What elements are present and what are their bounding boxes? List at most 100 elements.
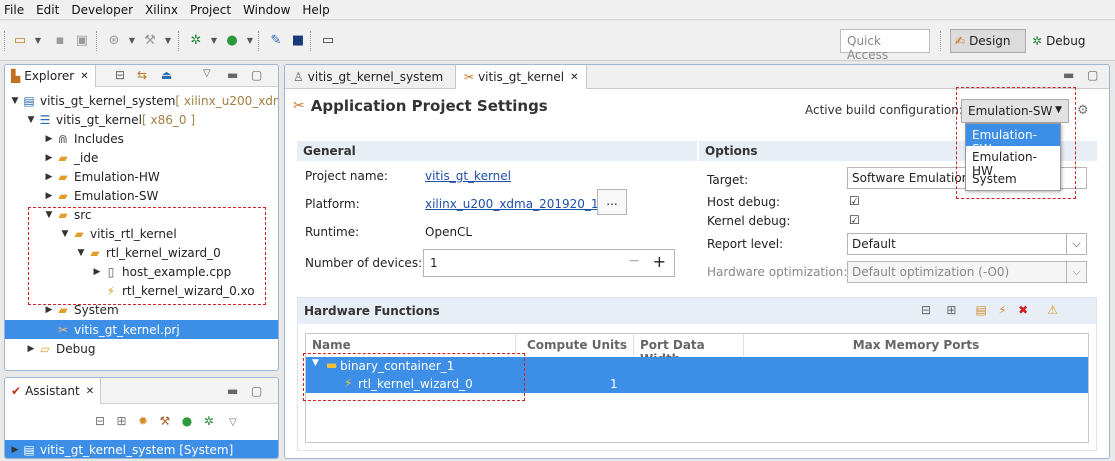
close-icon[interactable]: ✕ [86,386,94,397]
debug-bug-icon[interactable]: ✲ [204,414,214,428]
tab-app-project[interactable]: ✂ vitis_gt_kernel ✕ [455,65,588,89]
chevron-down-icon[interactable]: ▼ [242,34,258,48]
expand-icon[interactable]: ▶ [43,134,55,144]
project-name-link[interactable]: vitis_gt_kernel [425,169,511,183]
expand-icon[interactable]: ▶ [43,191,55,201]
expand-icon[interactable]: ▼ [75,248,87,258]
program-device-icon[interactable]: ✎ [268,34,284,48]
tree-item-emulation-hw[interactable]: ▶ ▰ Emulation-HW [43,167,160,186]
menu-window[interactable]: Window [243,3,290,17]
maximize-icon[interactable]: ▢ [251,384,262,398]
collapse-all-icon[interactable]: ⊟ [95,414,105,428]
expand-icon[interactable]: ▶ [43,172,55,182]
design-perspective-button[interactable]: ✍ Design [950,29,1026,53]
link-editor-icon[interactable]: ⇆ [137,68,147,82]
maximize-icon[interactable]: ▢ [251,68,262,82]
platform-link[interactable]: xilinx_u200_xdma_201920_1 [425,197,599,211]
expand-icon[interactable]: ▶ [9,445,21,455]
tab-system-project[interactable]: ♙ vitis_gt_kernel_system [285,65,451,89]
assistant-item-system[interactable]: ▶ ▤ vitis_gt_kernel_system [System] [5,440,278,458]
column-header-max-memory-ports[interactable]: Max Memory Ports [744,334,1088,356]
tree-item-rtl-kernel-wizard[interactable]: ▼ ▰ rtl_kernel_wizard_0 [75,243,221,262]
menu-project[interactable]: Project [190,3,231,17]
add-function-icon[interactable]: ▤ [975,303,986,317]
add-kernel-icon[interactable]: ⚡ [998,303,1006,317]
expand-icon[interactable]: ▼ [59,229,71,239]
menu-developer[interactable]: Developer [71,3,133,17]
minimize-icon[interactable]: ▬ [1063,68,1074,82]
menu-file[interactable]: File [4,3,24,17]
column-header-compute-units[interactable]: Compute Units [516,334,634,356]
tree-item-xo-file[interactable]: ⚡ rtl_kernel_wizard_0.xo [103,281,255,300]
filter-icon[interactable]: ⏏ [161,68,172,82]
tree-item-vitis-rtl-kernel[interactable]: ▼ ▰ vitis_rtl_kernel [59,224,177,243]
tree-item-src[interactable]: ▼ ▰ src [43,205,92,224]
settings-icon[interactable]: ⊛ [106,34,122,48]
new-icon[interactable]: ▭ [12,34,28,48]
column-header-port-data-width[interactable]: Port Data Width [634,334,744,366]
menu-item-emulation-sw[interactable]: Emulation-SW [966,124,1060,156]
tree-item-system-project[interactable]: ▼ ▤ vitis_gt_kernel_system [ xilinx_u200… [9,91,278,110]
minimize-icon[interactable]: ▬ [227,384,238,398]
settings-gear-icon[interactable]: ⚙ [1077,103,1089,118]
save-icon[interactable]: ▪ [52,34,68,48]
collapse-all-icon[interactable]: ⊟ [921,303,931,317]
menu-help[interactable]: Help [302,3,329,17]
menu-item-emulation-hw[interactable]: Emulation-HW [966,146,1060,178]
table-row[interactable]: ⚡ rtl_kernel_wizard_0 1 [306,375,1088,393]
report-level-select[interactable]: Default ⌵ [847,233,1087,255]
expand-icon[interactable]: ▼ [312,358,319,368]
menu-item-system[interactable]: System [966,168,1060,190]
expand-icon[interactable]: ▶ [43,153,55,163]
expand-all-icon[interactable]: ⊞ [946,303,956,317]
tree-item-includes[interactable]: ▶ ⋒ Includes [43,129,124,148]
build-hammer-icon[interactable]: ⚒ [160,414,171,428]
expand-icon[interactable]: ▶ [91,267,103,277]
devices-stepper[interactable]: 1 − + [423,249,675,277]
table-row[interactable]: ▼ ▬ binary_container_1 [306,357,1088,375]
chevron-down-icon[interactable]: ▼ [30,34,46,48]
kernel-debug-checkbox[interactable]: ☑ [849,214,861,226]
tree-item-ide[interactable]: ▶ ▰ _ide [43,148,99,167]
tree-item-emulation-sw[interactable]: ▶ ▰ Emulation-SW [43,186,159,205]
explorer-tab[interactable]: ▙ Explorer ✕ [5,65,96,87]
tree-item-host-example[interactable]: ▶ ▯ host_example.cpp [91,262,232,281]
run-icon[interactable]: ● [224,34,240,48]
xsct-console-icon[interactable]: ■ [290,34,306,48]
build-hammer-icon[interactable]: ⚒ [142,34,158,48]
quick-access-input[interactable]: Quick Access [840,29,930,62]
save-all-icon[interactable]: ▣ [74,34,90,48]
tree-item-debug[interactable]: ▶ ▱ Debug [25,339,96,358]
chevron-down-icon[interactable]: ▼ [124,34,140,48]
close-icon[interactable]: ✕ [80,71,88,82]
expand-icon[interactable]: ▼ [43,210,55,220]
chevron-down-icon[interactable]: ▼ [206,34,222,48]
collapse-all-icon[interactable]: ⊟ [115,68,125,82]
decrement-button[interactable]: − [628,253,640,269]
chevron-down-icon[interactable]: ▼ [160,34,176,48]
settings-gear-icon[interactable]: ✹ [138,414,148,428]
run-icon[interactable]: ● [182,414,192,428]
tree-item-system[interactable]: ▶ ▰ System [43,300,119,319]
assistant-tab[interactable]: ✔ Assistant ✕ [5,378,102,404]
terminal-icon[interactable]: ▭ [320,34,336,48]
remove-icon[interactable]: ✖ [1018,303,1028,317]
debug-perspective-button[interactable]: ✲ Debug [1030,29,1112,53]
reset-icon[interactable]: ⚠ [1047,303,1058,317]
view-menu-icon[interactable]: ▽ [203,68,211,79]
view-menu-icon[interactable]: ▽ [229,417,237,428]
expand-icon[interactable]: ▶ [25,344,37,354]
close-icon[interactable]: ✕ [570,72,578,83]
menu-edit[interactable]: Edit [36,3,59,17]
expand-icon[interactable]: ▶ [43,305,55,315]
debug-bug-icon[interactable]: ✲ [188,34,204,48]
tree-item-prj-file[interactable]: ✂ vitis_gt_kernel.prj [5,320,278,339]
minimize-icon[interactable]: ▬ [227,68,238,82]
tree-item-app-project[interactable]: ▼ ☰ vitis_gt_kernel [ x86_0 ] [25,110,195,129]
increment-button[interactable]: + [653,252,666,271]
column-header-name[interactable]: Name [306,334,516,356]
host-debug-checkbox[interactable]: ☑ [849,195,861,207]
menu-xilinx[interactable]: Xilinx [145,3,178,17]
expand-icon[interactable]: ▼ [9,96,21,106]
browse-platform-button[interactable]: ... [597,189,627,215]
